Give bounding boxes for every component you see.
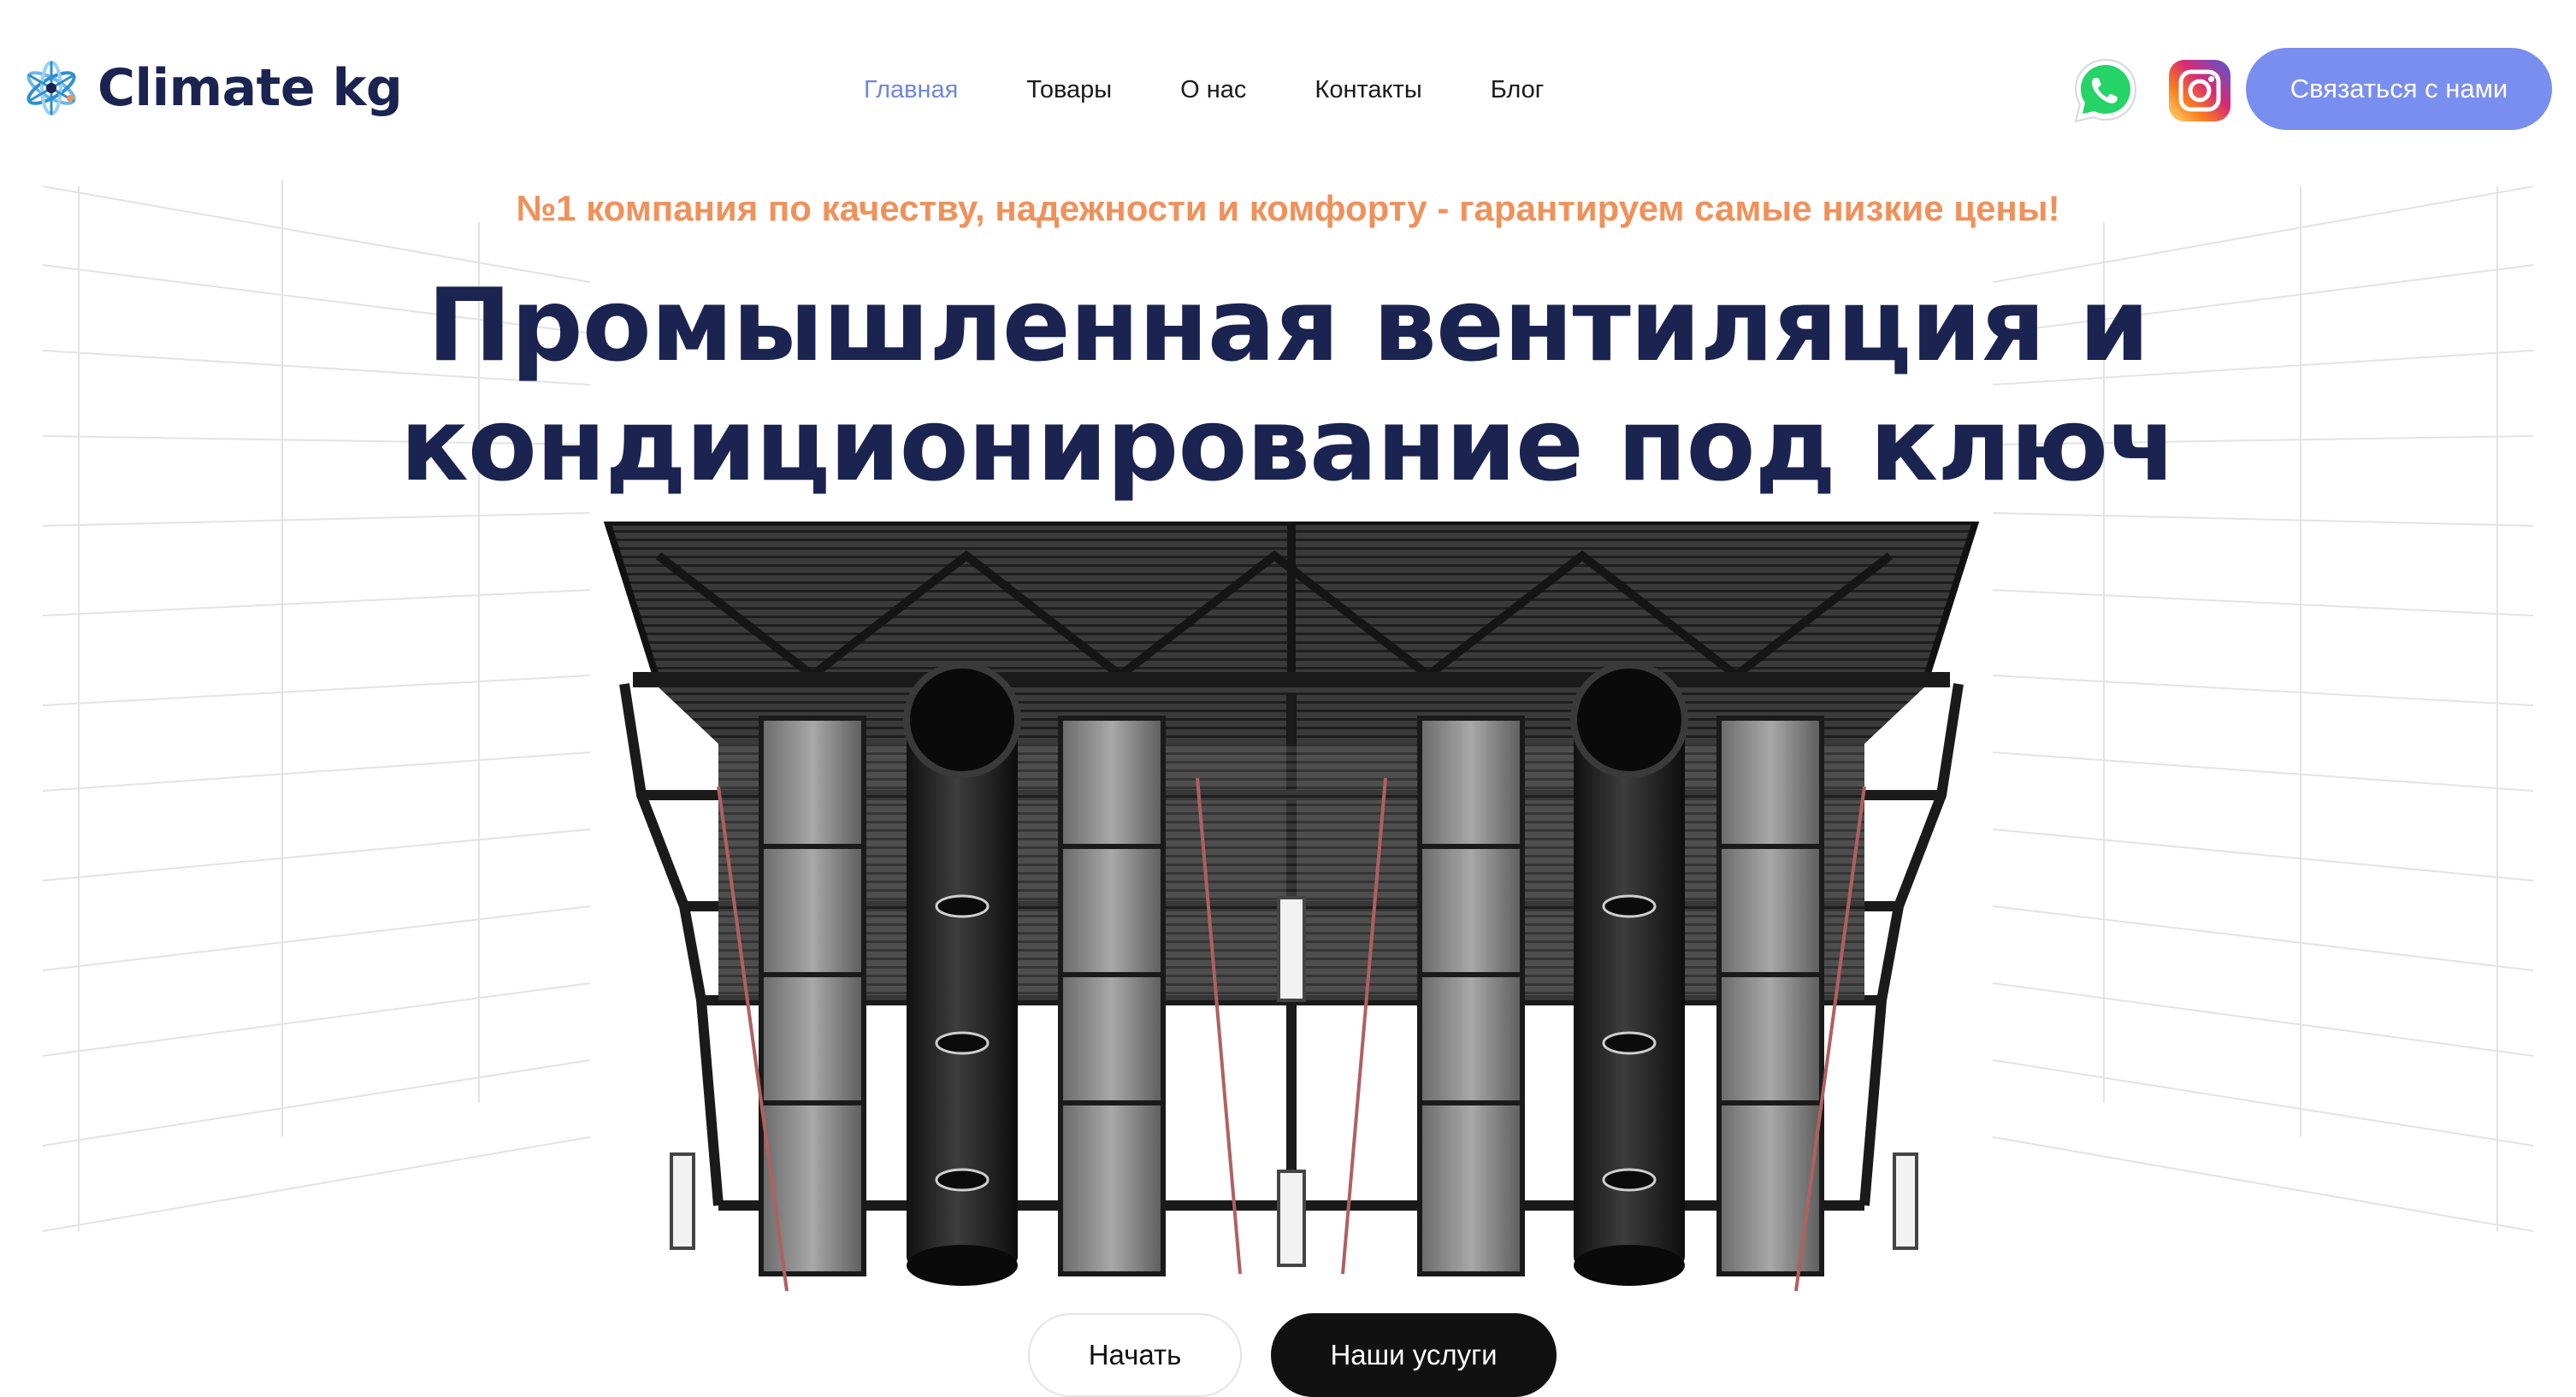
hero-title-line-2: кондиционирование под ключ — [399, 386, 2177, 504]
page: Climate kg Главная Товары О нас Контакты… — [0, 0, 2576, 1397]
start-button[interactable]: Начать — [1028, 1313, 1242, 1397]
our-services-button[interactable]: Наши услуги — [1271, 1313, 1557, 1397]
nav-item-about[interactable]: О нас — [1180, 76, 1246, 104]
main-nav: Главная Товары О нас Контакты Блог — [864, 68, 1544, 111]
nav-item-blog[interactable]: Блог — [1491, 76, 1545, 104]
whatsapp-icon[interactable] — [2070, 55, 2142, 127]
hero-tagline: №1 компания по качеству, надежности и ко… — [516, 188, 2060, 228]
nav-item-home[interactable]: Главная — [864, 76, 958, 104]
hero-title-line-1: Промышленная вентиляция и — [427, 266, 2150, 384]
nav-item-contacts[interactable]: Контакты — [1315, 76, 1421, 104]
contact-us-button[interactable]: Связаться с нами — [2246, 48, 2552, 130]
snowflake-atom-icon — [27, 61, 76, 115]
logo-text: Climate kg — [97, 58, 403, 118]
ventilation-ducts-illustration — [603, 522, 1980, 1291]
instagram-icon[interactable] — [2165, 56, 2234, 125]
nav-item-products[interactable]: Товары — [1026, 76, 1112, 104]
logo[interactable]: Climate kg — [21, 50, 403, 127]
hero-title: Промышленная вентиляция и кондиционирова… — [0, 265, 2576, 504]
site-header: Climate kg Главная Товары О нас Контакты… — [0, 0, 2576, 171]
